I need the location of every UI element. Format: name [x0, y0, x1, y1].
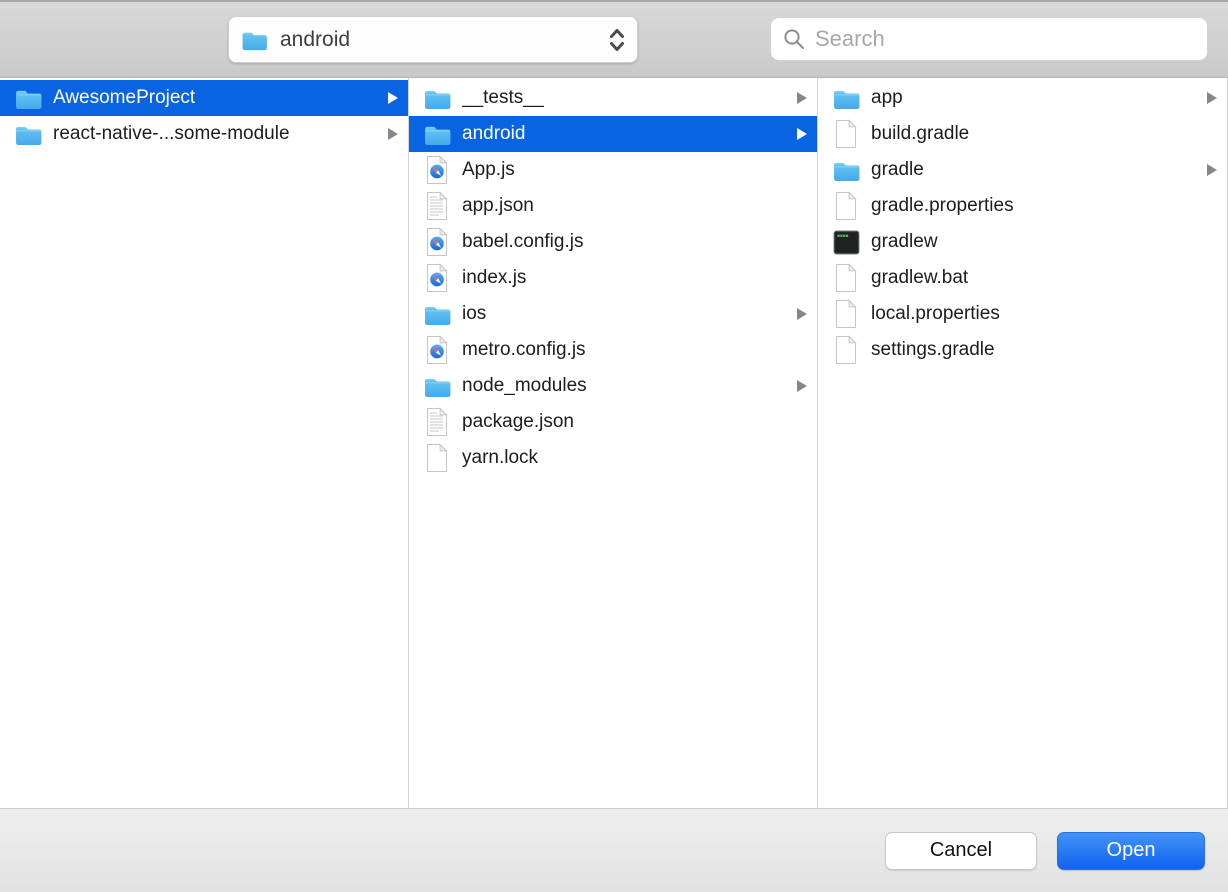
folder-icon [13, 118, 43, 150]
file-row[interactable]: gradle.properties [818, 188, 1227, 224]
file-row[interactable]: settings.gradle [818, 332, 1227, 368]
file-name: node_modules [462, 375, 587, 397]
search-icon [783, 28, 806, 51]
file-name: build.gradle [871, 123, 969, 145]
blank-doc-icon [831, 334, 861, 366]
file-column-3: app build.gradle gradle gradle.propertie… [818, 78, 1228, 808]
open-button[interactable]: Open [1057, 832, 1205, 870]
file-name: local.properties [871, 303, 1000, 325]
file-row[interactable]: yarn.lock [409, 440, 817, 476]
folder-icon [831, 82, 861, 114]
disclosure-arrow-icon [797, 92, 807, 104]
file-row[interactable]: app.json [409, 188, 817, 224]
disclosure-arrow-icon [797, 128, 807, 140]
js-file-icon [422, 154, 452, 186]
js-file-icon [422, 226, 452, 258]
folder-row[interactable]: android [409, 116, 817, 152]
chevron-up-down-icon [607, 26, 627, 54]
file-name: ios [462, 303, 486, 325]
file-name: yarn.lock [462, 447, 538, 469]
disclosure-arrow-icon [797, 380, 807, 392]
file-name: react-native-...some-module [53, 123, 290, 145]
folder-row[interactable]: AwesomeProject [0, 80, 408, 116]
folder-row[interactable]: __tests__ [409, 80, 817, 116]
file-row[interactable]: App.js [409, 152, 817, 188]
file-row[interactable]: metro.config.js [409, 332, 817, 368]
file-row[interactable]: local.properties [818, 296, 1227, 332]
blank-doc-icon [422, 442, 452, 474]
disclosure-arrow-icon [1207, 92, 1217, 104]
file-name: index.js [462, 267, 526, 289]
folder-icon [831, 154, 861, 186]
folder-icon [422, 298, 452, 330]
file-name: metro.config.js [462, 339, 586, 361]
file-column-2: __tests__ android App.js app.json [409, 78, 818, 808]
file-name: gradle [871, 159, 924, 181]
js-file-icon [422, 334, 452, 366]
dialog-footer: Cancel Open [0, 808, 1228, 892]
file-column-1: AwesomeProject react-native-...some-modu… [0, 78, 409, 808]
js-file-icon [422, 262, 452, 294]
file-row[interactable]: babel.config.js [409, 224, 817, 260]
folder-row[interactable]: node_modules [409, 368, 817, 404]
text-doc-icon [422, 406, 452, 438]
file-row[interactable]: package.json [409, 404, 817, 440]
folder-row[interactable]: ios [409, 296, 817, 332]
location-dropdown-value: android [280, 28, 350, 52]
text-doc-icon [422, 190, 452, 222]
file-name: settings.gradle [871, 339, 995, 361]
file-name: app.json [462, 195, 534, 217]
cancel-button[interactable]: Cancel [885, 832, 1037, 870]
file-name: app [871, 87, 903, 109]
toolbar: android [0, 0, 1228, 78]
file-name: package.json [462, 411, 574, 433]
disclosure-arrow-icon [388, 128, 398, 140]
folder-icon [422, 82, 452, 114]
file-name: AwesomeProject [53, 87, 195, 109]
folder-row[interactable]: react-native-...some-module [0, 116, 408, 152]
folder-row[interactable]: app [818, 80, 1227, 116]
folder-row[interactable]: gradle [818, 152, 1227, 188]
folder-icon [13, 82, 43, 114]
file-row[interactable]: index.js [409, 260, 817, 296]
search-input[interactable] [815, 26, 1195, 52]
disclosure-arrow-icon [388, 92, 398, 104]
search-field[interactable] [770, 17, 1208, 61]
blank-doc-icon [831, 298, 861, 330]
file-row[interactable]: build.gradle [818, 116, 1227, 152]
file-name: babel.config.js [462, 231, 583, 253]
file-row[interactable]: gradlew.bat [818, 260, 1227, 296]
location-dropdown[interactable]: android [228, 16, 638, 63]
blank-doc-icon [831, 190, 861, 222]
disclosure-arrow-icon [1207, 164, 1217, 176]
file-name: __tests__ [462, 87, 544, 109]
file-name: gradle.properties [871, 195, 1014, 217]
column-browser: AwesomeProject react-native-...some-modu… [0, 78, 1228, 808]
file-name: android [462, 123, 525, 145]
terminal-icon [831, 226, 861, 258]
file-row[interactable]: gradlew [818, 224, 1227, 260]
blank-doc-icon [831, 262, 861, 294]
file-name: gradlew.bat [871, 267, 968, 289]
file-name: App.js [462, 159, 515, 181]
blank-doc-icon [831, 118, 861, 150]
folder-icon [422, 118, 452, 150]
open-file-dialog: android AwesomeProject [0, 0, 1228, 892]
disclosure-arrow-icon [797, 308, 807, 320]
file-name: gradlew [871, 231, 938, 253]
folder-icon [422, 370, 452, 402]
folder-icon [240, 24, 268, 56]
